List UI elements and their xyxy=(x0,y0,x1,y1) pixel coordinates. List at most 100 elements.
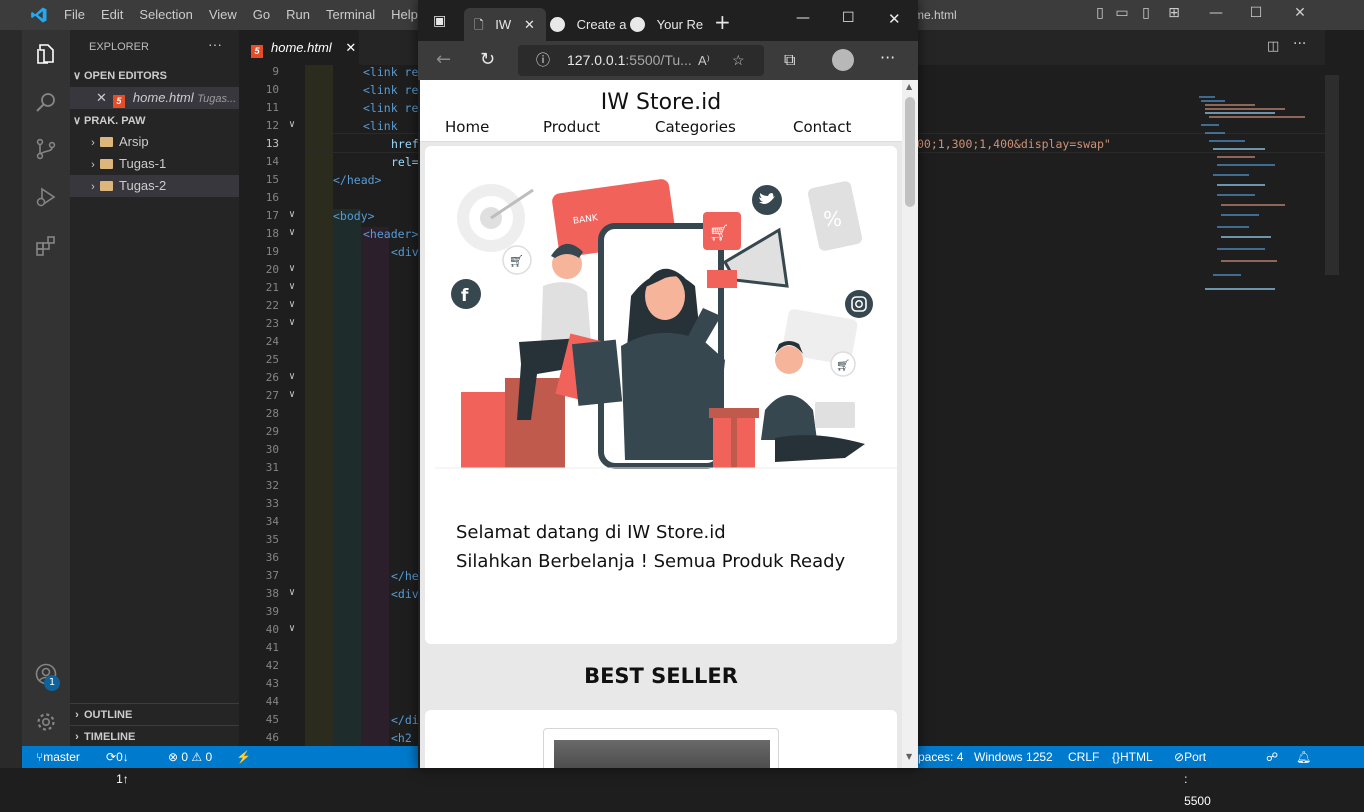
toggle-panel-icon[interactable]: ▭ xyxy=(1112,5,1132,25)
folder-icon xyxy=(100,137,113,147)
run-debug-icon[interactable] xyxy=(34,185,58,209)
scroll-up-arrow-icon[interactable]: ▲ xyxy=(906,82,912,91)
profile-avatar[interactable] xyxy=(832,49,854,71)
code-line: <div xyxy=(391,245,419,259)
menu-view[interactable]: View xyxy=(209,7,237,22)
search-icon[interactable] xyxy=(34,90,58,114)
menu-selection[interactable]: Selection xyxy=(139,7,192,22)
fold-chevron-icon[interactable]: ∨ xyxy=(289,209,295,220)
scroll-down-arrow-icon[interactable]: ▼ xyxy=(906,752,912,761)
page-scrollbar-thumb[interactable] xyxy=(905,97,915,207)
notifications-bell-icon[interactable]: 🔔︎ xyxy=(1296,746,1311,768)
fold-chevron-icon[interactable]: ∨ xyxy=(289,119,295,130)
browser-minimize-icon[interactable]: — xyxy=(796,10,810,26)
indentation-indicator[interactable]: paces: 4 xyxy=(918,746,963,768)
extensions-puzzle-icon[interactable]: ⧉ xyxy=(784,50,795,70)
refresh-icon[interactable]: ↻ xyxy=(480,49,495,70)
open-editors-section[interactable]: ∨ OPEN EDITORS xyxy=(70,65,239,87)
customize-layout-icon[interactable]: ⊞ xyxy=(1164,5,1184,25)
editor-more-icon[interactable]: ··· xyxy=(1293,36,1306,52)
fold-chevron-icon[interactable]: ∨ xyxy=(289,263,295,274)
problems-indicator[interactable]: ⊗ 0 ⚠ 0 xyxy=(168,746,212,768)
browser-tab-create[interactable]: Create a xyxy=(550,8,628,41)
editor-scrollbar-thumb[interactable] xyxy=(1325,75,1339,275)
outline-section[interactable]: › OUTLINE xyxy=(70,703,239,725)
menu-run[interactable]: Run xyxy=(286,7,310,22)
close-tab-icon[interactable]: ✕ xyxy=(345,40,356,55)
fold-chevron-icon[interactable]: ∨ xyxy=(289,317,295,328)
site-brand[interactable]: IW Store.id xyxy=(420,90,902,115)
line-number: 18 xyxy=(265,227,279,240)
folder-item-tugas-2[interactable]: › Tugas-2 xyxy=(70,175,239,197)
tab-title: Create a xyxy=(576,17,627,32)
fold-chevron-icon[interactable]: ∨ xyxy=(289,227,295,238)
feedback-icon[interactable]: ☍ xyxy=(1266,746,1278,768)
extensions-icon[interactable] xyxy=(34,234,58,258)
nav-categories[interactable]: Categories xyxy=(655,118,736,136)
browser-tab-iw[interactable]: 🗋︎ IW ✕ xyxy=(464,8,546,41)
menu-edit[interactable]: Edit xyxy=(101,7,123,22)
info-icon[interactable]: ⓘ xyxy=(536,45,550,76)
lightning-icon[interactable]: ⚡ xyxy=(236,746,251,768)
menu-go[interactable]: Go xyxy=(253,7,270,22)
favorite-star-icon[interactable]: ☆ xyxy=(732,45,745,76)
folder-item-tugas-1[interactable]: › Tugas-1 xyxy=(70,153,239,175)
browser-tab-your-repo[interactable]: Your Re xyxy=(630,8,708,41)
encoding-indicator[interactable]: Windows 1252 xyxy=(974,746,1053,768)
source-control-icon[interactable] xyxy=(34,137,58,161)
fold-chevron-icon[interactable]: ∨ xyxy=(289,389,295,400)
nav-contact[interactable]: Contact xyxy=(793,118,851,136)
line-number: 34 xyxy=(265,515,279,528)
fold-chevron-icon[interactable]: ∨ xyxy=(289,623,295,634)
sync-indicator[interactable]: ⟳ 0↓ 1↑ xyxy=(106,746,129,786)
timeline-section[interactable]: › TIMELINE xyxy=(70,725,239,747)
toggle-secondary-sidebar-icon[interactable]: ▯ xyxy=(1136,5,1156,25)
line-number: 12 xyxy=(265,119,279,132)
toggle-sidebar-icon[interactable]: ▯ xyxy=(1090,5,1110,25)
close-tab-icon[interactable]: ✕ xyxy=(524,8,535,41)
nav-home[interactable]: Home xyxy=(445,118,489,136)
line-number: 17 xyxy=(265,209,279,222)
open-editor-item-home[interactable]: ✕ 5 home.html Tugas... xyxy=(70,87,239,109)
back-arrow-icon[interactable]: ← xyxy=(436,49,451,70)
maximize-window-icon[interactable]: ☐ xyxy=(1246,5,1266,25)
nav-product[interactable]: Product xyxy=(543,118,600,136)
close-window-icon[interactable]: ✕ xyxy=(1290,5,1310,25)
line-number: 44 xyxy=(265,695,279,708)
site-header: IW Store.id Home Product Categories Cont… xyxy=(420,80,902,142)
menu-file[interactable]: File xyxy=(64,7,85,22)
new-tab-icon[interactable]: + xyxy=(714,10,731,34)
folder-item-arsip[interactable]: › Arsip xyxy=(70,131,239,153)
fold-chevron-icon[interactable]: ∨ xyxy=(289,371,295,382)
editor-tab-home[interactable]: 5 home.html ✕ xyxy=(239,30,359,65)
chevron-right-icon: › xyxy=(91,159,95,171)
manage-gear-icon[interactable] xyxy=(34,710,58,734)
minimap[interactable] xyxy=(1195,95,1315,305)
fold-chevron-icon[interactable]: ∨ xyxy=(289,281,295,292)
tab-actions-icon[interactable]: ▣ xyxy=(433,13,446,29)
fold-chevron-icon[interactable]: ∨ xyxy=(289,299,295,310)
tab-title: Your Re xyxy=(656,17,704,32)
product-card[interactable] xyxy=(543,728,779,768)
close-icon[interactable]: ✕ xyxy=(96,90,107,105)
fold-chevron-icon[interactable]: ∨ xyxy=(289,587,295,598)
menu-help[interactable]: Help xyxy=(391,7,418,22)
more-actions-icon[interactable]: ··· xyxy=(208,36,222,52)
explorer-icon[interactable] xyxy=(34,42,58,66)
menu-terminal[interactable]: Terminal xyxy=(326,7,375,22)
minimize-window-icon[interactable]: — xyxy=(1206,5,1226,25)
browser-maximize-icon[interactable]: ☐ xyxy=(842,10,855,26)
page-scrollbar[interactable]: ▲ ▼ xyxy=(902,80,918,768)
browser-close-icon[interactable]: ✕ xyxy=(888,10,901,28)
workspace-section[interactable]: ∨ PRAK. PAW xyxy=(70,110,239,132)
language-indicator[interactable]: {} HTML xyxy=(1112,746,1153,768)
read-aloud-icon[interactable]: A⁾ xyxy=(698,45,710,76)
eol-indicator[interactable]: CRLF xyxy=(1068,746,1099,768)
address-bar[interactable]: ⓘ 127.0.0.1:5500/Tu... A⁾ ☆ xyxy=(518,45,764,76)
live-server-port[interactable]: ⊘ Port : 5500 xyxy=(1174,746,1211,808)
branch-indicator[interactable]: ⑂ master xyxy=(36,746,80,768)
folder-icon xyxy=(100,159,113,169)
browser-tab-strip: ▣ 🗋︎ IW ✕ Create a Your Re + — ☐ ✕ xyxy=(418,0,918,41)
browser-menu-icon[interactable]: ··· xyxy=(880,48,895,67)
split-editor-icon[interactable]: ◫ xyxy=(1267,39,1279,54)
